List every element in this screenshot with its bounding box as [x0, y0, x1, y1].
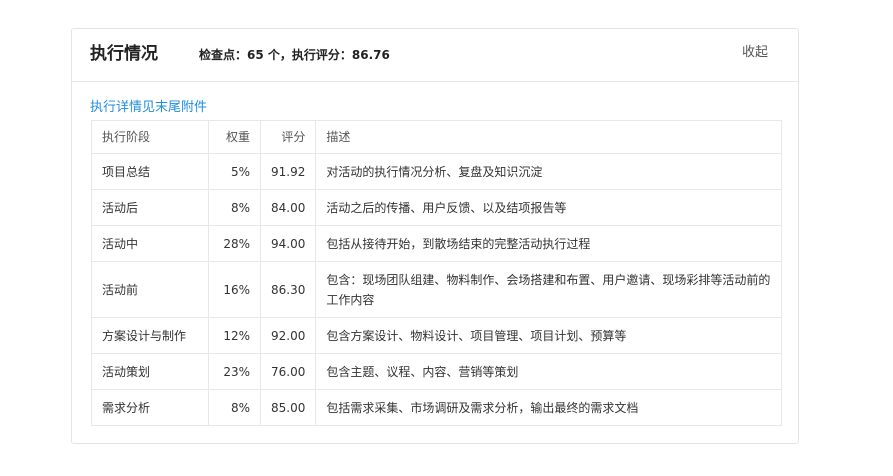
score-cell: 76.00: [259, 353, 317, 390]
description-cell: 包含：现场团队组建、物料制作、会场搭建和布置、用户邀请、现场彩排等活动前的工作内…: [315, 261, 782, 318]
column-header-score: 评分: [259, 120, 317, 154]
execution-table: 执行阶段 权重 评分 描述 项目总结 5% 91.92 对活动的执行情况分析、复…: [91, 120, 782, 426]
card-header: 执行情况 检查点：65 个，执行评分：86.76 收起: [72, 29, 798, 82]
score-cell: 86.30: [259, 261, 317, 318]
table-header-row: 执行阶段 权重 评分 描述: [91, 120, 782, 154]
weight-cell: 23%: [208, 353, 261, 390]
column-header-weight: 权重: [208, 120, 261, 154]
card-title: 执行情况: [90, 44, 158, 64]
description-cell: 包含方案设计、物料设计、项目管理、项目计划、预算等: [315, 317, 782, 354]
collapse-button[interactable]: 收起: [742, 44, 768, 62]
score-cell: 91.92: [259, 153, 317, 190]
column-header-description: 描述: [315, 120, 782, 154]
table-row: 项目总结 5% 91.92 对活动的执行情况分析、复盘及知识沉淀: [91, 153, 782, 190]
score-cell: 94.00: [259, 225, 317, 262]
score-cell: 84.00: [259, 189, 317, 226]
description-cell: 对活动的执行情况分析、复盘及知识沉淀: [315, 153, 782, 190]
stage-cell: 需求分析: [91, 389, 209, 426]
weight-cell: 28%: [208, 225, 261, 262]
score-cell: 85.00: [259, 389, 317, 426]
score-cell: 92.00: [259, 317, 317, 354]
execution-card: 执行情况 检查点：65 个，执行评分：86.76 收起 执行详情见末尾附件 执行…: [71, 28, 799, 444]
stage-cell: 活动前: [91, 261, 209, 318]
stage-cell: 活动中: [91, 225, 209, 262]
table-row: 活动后 8% 84.00 活动之后的传播、用户反馈、以及结项报告等: [91, 189, 782, 226]
description-cell: 包含主题、议程、内容、营销等策划: [315, 353, 782, 390]
weight-cell: 8%: [208, 189, 261, 226]
weight-cell: 5%: [208, 153, 261, 190]
weight-cell: 12%: [208, 317, 261, 354]
description-cell: 活动之后的传播、用户反馈、以及结项报告等: [315, 189, 782, 226]
table-row: 方案设计与制作 12% 92.00 包含方案设计、物料设计、项目管理、项目计划、…: [91, 317, 782, 354]
column-header-stage: 执行阶段: [91, 120, 209, 154]
checkpoint-summary: 检查点：65 个，执行评分：86.76: [199, 48, 390, 62]
table-row: 活动策划 23% 76.00 包含主题、议程、内容、营销等策划: [91, 353, 782, 390]
stage-cell: 方案设计与制作: [91, 317, 209, 354]
stage-cell: 活动策划: [91, 353, 209, 390]
description-cell: 包括从接待开始，到散场结束的完整活动执行过程: [315, 225, 782, 262]
weight-cell: 8%: [208, 389, 261, 426]
weight-cell: 16%: [208, 261, 261, 318]
description-cell: 包括需求采集、市场调研及需求分析，输出最终的需求文档: [315, 389, 782, 426]
table-row: 活动中 28% 94.00 包括从接待开始，到散场结束的完整活动执行过程: [91, 225, 782, 262]
table-row: 活动前 16% 86.30 包含：现场团队组建、物料制作、会场搭建和布置、用户邀…: [91, 261, 782, 318]
stage-cell: 项目总结: [91, 153, 209, 190]
attachment-link[interactable]: 执行详情见末尾附件: [90, 99, 207, 117]
table-row: 需求分析 8% 85.00 包括需求采集、市场调研及需求分析，输出最终的需求文档: [91, 389, 782, 426]
stage-cell: 活动后: [91, 189, 209, 226]
